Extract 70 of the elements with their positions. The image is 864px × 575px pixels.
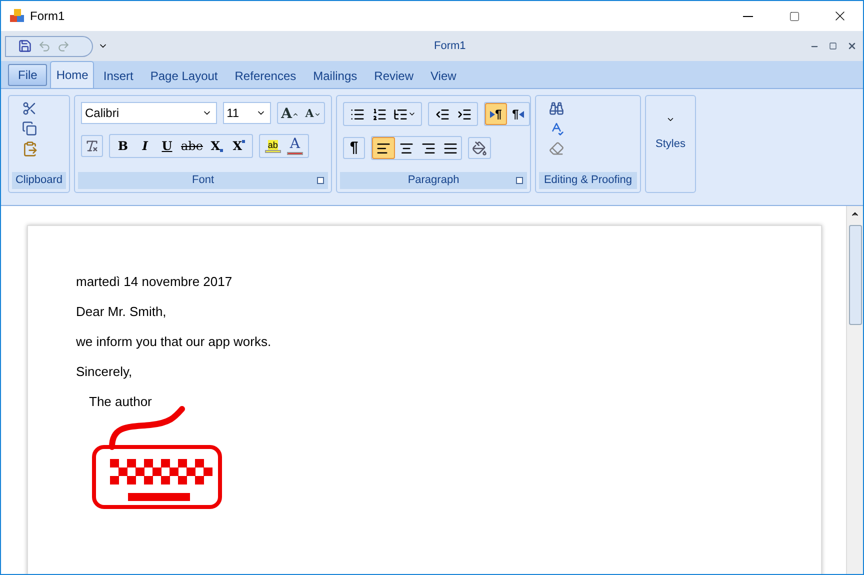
rtl-direction-button[interactable]: ¶ [507, 103, 529, 125]
find-icon[interactable] [549, 101, 564, 116]
eraser-icon[interactable] [549, 141, 564, 156]
paste-icon[interactable] [22, 141, 38, 157]
multilevel-list-icon [393, 106, 408, 122]
signature-line: The author [89, 394, 152, 409]
align-left-button[interactable] [372, 137, 395, 159]
ribbon-tab[interactable]: View [422, 63, 464, 88]
shading-button[interactable] [468, 137, 491, 159]
up-caret-icon [292, 110, 299, 118]
caret-icon [408, 110, 416, 118]
ribbon-tab[interactable]: Insert [95, 63, 142, 88]
bold-button[interactable]: B [112, 135, 134, 157]
document-paragraph: we inform you that our app works. [76, 334, 272, 349]
close-icon[interactable] [847, 41, 857, 51]
font-size-field[interactable]: 11 [222, 102, 272, 124]
group-label: Paragraph [408, 174, 460, 186]
file-button[interactable]: File [8, 64, 48, 86]
right-triangle-icon [490, 110, 496, 118]
window-title: Form1 [30, 8, 65, 25]
dialog-launcher-icon[interactable] [317, 177, 324, 184]
underline-button[interactable]: U [156, 135, 178, 157]
align-justify-icon [442, 140, 458, 156]
italic-button[interactable]: I [134, 135, 156, 157]
clear-format-icon [85, 139, 99, 153]
maximize-icon [788, 10, 800, 22]
highlight-button[interactable]: ab [262, 135, 284, 157]
styles-button[interactable]: Styles [645, 95, 696, 193]
scrollbar[interactable] [846, 206, 863, 574]
subscript-button[interactable]: X [206, 135, 228, 157]
paint-bucket-icon [472, 140, 487, 156]
ribbon-title: Form1 [434, 38, 466, 54]
font-name-field[interactable]: Calibri [81, 102, 217, 124]
save-icon[interactable] [18, 39, 32, 53]
ribbon-tab[interactable]: Mailings [305, 63, 366, 88]
group-label: Clipboard [15, 174, 63, 186]
align-left-icon [376, 140, 391, 156]
document-paragraph: Sincerely, [76, 364, 132, 379]
app-icon [10, 9, 24, 23]
clear-format-button[interactable] [81, 135, 103, 157]
align-center-icon [398, 140, 414, 156]
left-triangle-icon [518, 110, 524, 118]
document-paragraph: Dear Mr. Smith, [76, 304, 166, 319]
cut-icon[interactable] [22, 101, 37, 116]
grow-font-button[interactable]: A [278, 103, 302, 125]
scroll-thumb[interactable] [848, 225, 862, 325]
group-label: Editing & Proofing [544, 174, 632, 186]
restore-icon[interactable] [829, 42, 837, 50]
bullet-list-icon [350, 106, 364, 122]
down-caret-icon [314, 110, 321, 118]
font-color-button[interactable]: A [284, 135, 306, 157]
increase-indent-icon [456, 106, 472, 122]
decrease-indent-icon [434, 106, 450, 122]
ltr-direction-button[interactable]: ¶ [485, 103, 507, 125]
dialog-launcher-icon[interactable] [516, 177, 523, 184]
document-paragraph: martedì 14 novembre 2017 [76, 274, 232, 289]
align-right-icon [420, 140, 436, 156]
superscript-button[interactable]: X [228, 135, 250, 157]
ribbon-tab[interactable]: Page Layout [142, 63, 226, 88]
ribbon-tab[interactable]: References [226, 63, 304, 88]
dropdown-icon[interactable] [666, 115, 675, 124]
ribbon-tab[interactable]: Home [50, 61, 94, 88]
group-label: Font [192, 174, 214, 186]
numbered-list-icon [372, 106, 386, 122]
ribbon-tab[interactable]: Review [366, 63, 422, 88]
shrink-font-button[interactable]: A [302, 103, 324, 125]
spell-check-icon[interactable] [549, 121, 564, 136]
strike-button[interactable]: abe [178, 135, 206, 157]
show-marks-button[interactable]: ¶ [343, 137, 365, 159]
copy-icon[interactable] [22, 121, 37, 136]
